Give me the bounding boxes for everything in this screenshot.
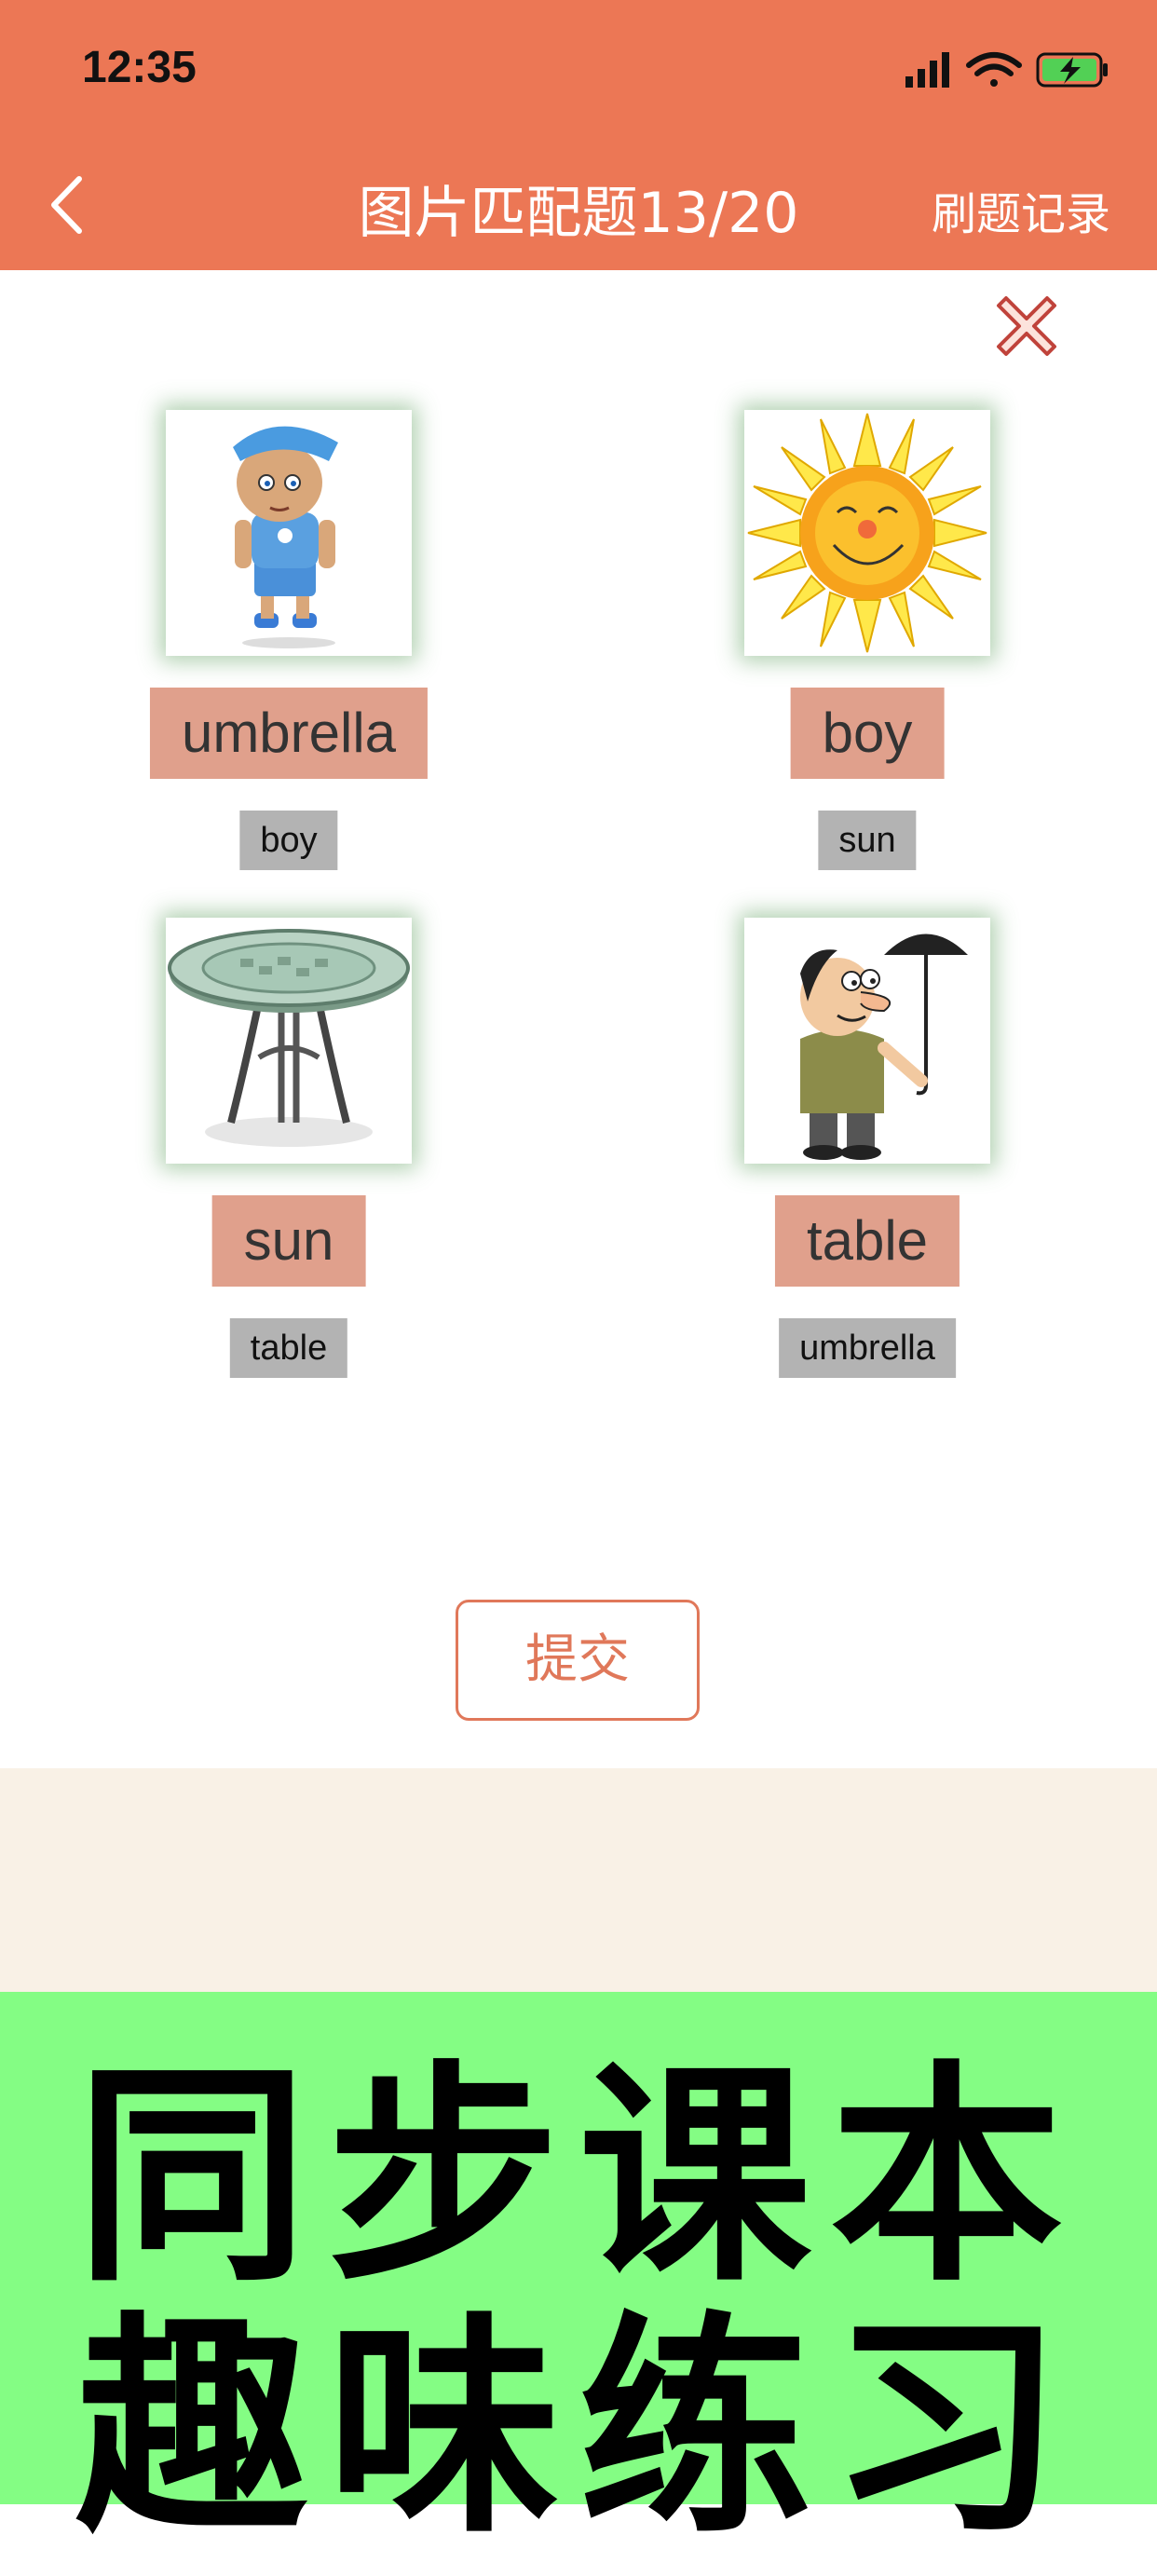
promo-banner: 同步课本 趣味练习 xyxy=(0,1992,1157,2564)
word-option[interactable]: table xyxy=(229,1318,348,1378)
promo-line-2: 趣味练习 xyxy=(75,2293,1082,2564)
battery-icon xyxy=(1036,52,1108,88)
status-bar: 12:35 xyxy=(0,0,1157,140)
close-button[interactable] xyxy=(989,289,1064,363)
footer-band xyxy=(0,1768,1157,1992)
picture-boy[interactable] xyxy=(166,410,412,656)
wifi-icon xyxy=(966,52,1022,87)
table-illustration xyxy=(168,929,410,1147)
submit-button[interactable]: 提交 xyxy=(456,1600,700,1721)
boy-illustration xyxy=(233,426,338,648)
picture-umbrella[interactable] xyxy=(744,918,990,1164)
answer-slot[interactable]: boy xyxy=(790,688,945,779)
answer-slot[interactable]: table xyxy=(774,1195,960,1287)
answer-slot[interactable]: sun xyxy=(211,1195,366,1287)
answer-slot[interactable]: umbrella xyxy=(149,688,429,779)
status-time: 12:35 xyxy=(82,43,197,92)
word-option[interactable]: boy xyxy=(239,811,338,870)
close-icon xyxy=(997,296,1056,356)
word-option[interactable]: umbrella xyxy=(779,1318,956,1378)
history-records-button[interactable]: 刷题记录 xyxy=(932,177,1110,242)
umbrella-man-illustration xyxy=(800,934,968,1160)
picture-sun[interactable] xyxy=(744,410,990,656)
sun-illustration xyxy=(747,413,987,653)
word-option[interactable]: sun xyxy=(818,811,917,870)
signal-icon xyxy=(905,52,949,88)
system-status-icons xyxy=(905,52,1108,88)
nav-bar: 图片匹配题13/20 刷题记录 xyxy=(0,140,1157,270)
picture-table[interactable] xyxy=(166,918,412,1164)
